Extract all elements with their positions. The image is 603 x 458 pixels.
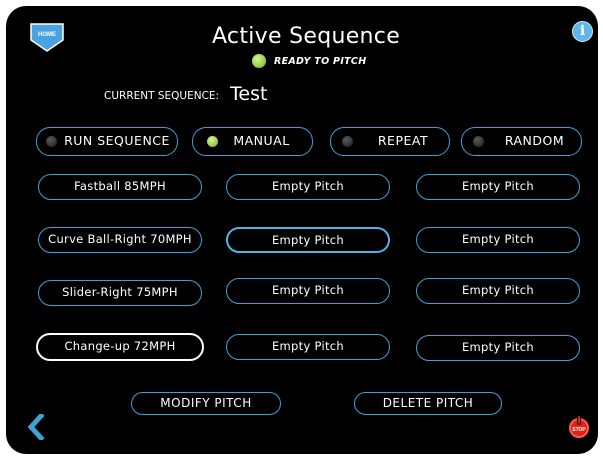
stop-label: STOP	[572, 427, 586, 433]
pitch-slot-2-2[interactable]: Empty Pitch	[226, 227, 390, 253]
pitch-slot-2-1[interactable]: Curve Ball-Right 70MPH	[38, 227, 202, 253]
random-label: RANDOM	[504, 133, 565, 148]
pitch-slot-3-2[interactable]: Empty Pitch	[226, 278, 390, 304]
pitch-slot-2-3[interactable]: Empty Pitch	[416, 227, 580, 253]
back-button[interactable]	[26, 412, 46, 442]
random-indicator-icon	[473, 136, 484, 147]
home-button[interactable]: HOME	[30, 22, 64, 52]
stop-button[interactable]: STOP	[567, 415, 591, 439]
current-sequence-label: CURRENT SEQUENCE:	[104, 90, 220, 102]
manual-label: MANUAL	[233, 133, 290, 148]
manual-button[interactable]: MANUAL	[192, 127, 313, 156]
random-button[interactable]: RANDOM	[461, 127, 582, 156]
modify-pitch-button[interactable]: MODIFY PITCH	[131, 392, 281, 415]
repeat-label: REPEAT	[377, 133, 429, 148]
repeat-indicator-icon	[342, 136, 353, 147]
run-sequence-indicator-icon	[46, 136, 57, 147]
pitch-slot-4-1[interactable]: Change-up 72MPH	[36, 333, 204, 361]
home-icon: HOME	[30, 23, 64, 52]
pitch-slot-1-3[interactable]: Empty Pitch	[416, 174, 580, 200]
status-indicator-icon	[252, 54, 266, 68]
info-icon[interactable]: i	[572, 21, 593, 42]
power-stop-icon: STOP	[569, 415, 589, 438]
pitch-slot-3-3[interactable]: Empty Pitch	[416, 278, 580, 304]
pitch-slot-1-2[interactable]: Empty Pitch	[226, 174, 390, 200]
manual-indicator-icon	[207, 136, 218, 147]
page-title: Active Sequence	[211, 24, 401, 49]
pitch-slot-1-1[interactable]: Fastball 85MPH	[38, 174, 202, 200]
repeat-button[interactable]: REPEAT	[330, 127, 450, 156]
home-label: HOME	[38, 32, 56, 38]
pitch-slot-4-3[interactable]: Empty Pitch	[416, 335, 580, 361]
chevron-left-icon	[27, 412, 45, 442]
delete-pitch-button[interactable]: DELETE PITCH	[354, 392, 502, 415]
current-sequence-value: Test	[230, 83, 268, 105]
pitch-slot-4-2[interactable]: Empty Pitch	[226, 334, 390, 360]
pitch-slot-3-1[interactable]: Slider-Right 75MPH	[38, 280, 202, 306]
run-sequence-label: RUN SEQUENCE	[64, 133, 170, 148]
status-text: READY TO PITCH	[274, 56, 367, 67]
run-sequence-button[interactable]: RUN SEQUENCE	[36, 127, 178, 156]
active-sequence-screen: HOME i Active Sequence READY TO PITCH CU…	[6, 6, 598, 454]
